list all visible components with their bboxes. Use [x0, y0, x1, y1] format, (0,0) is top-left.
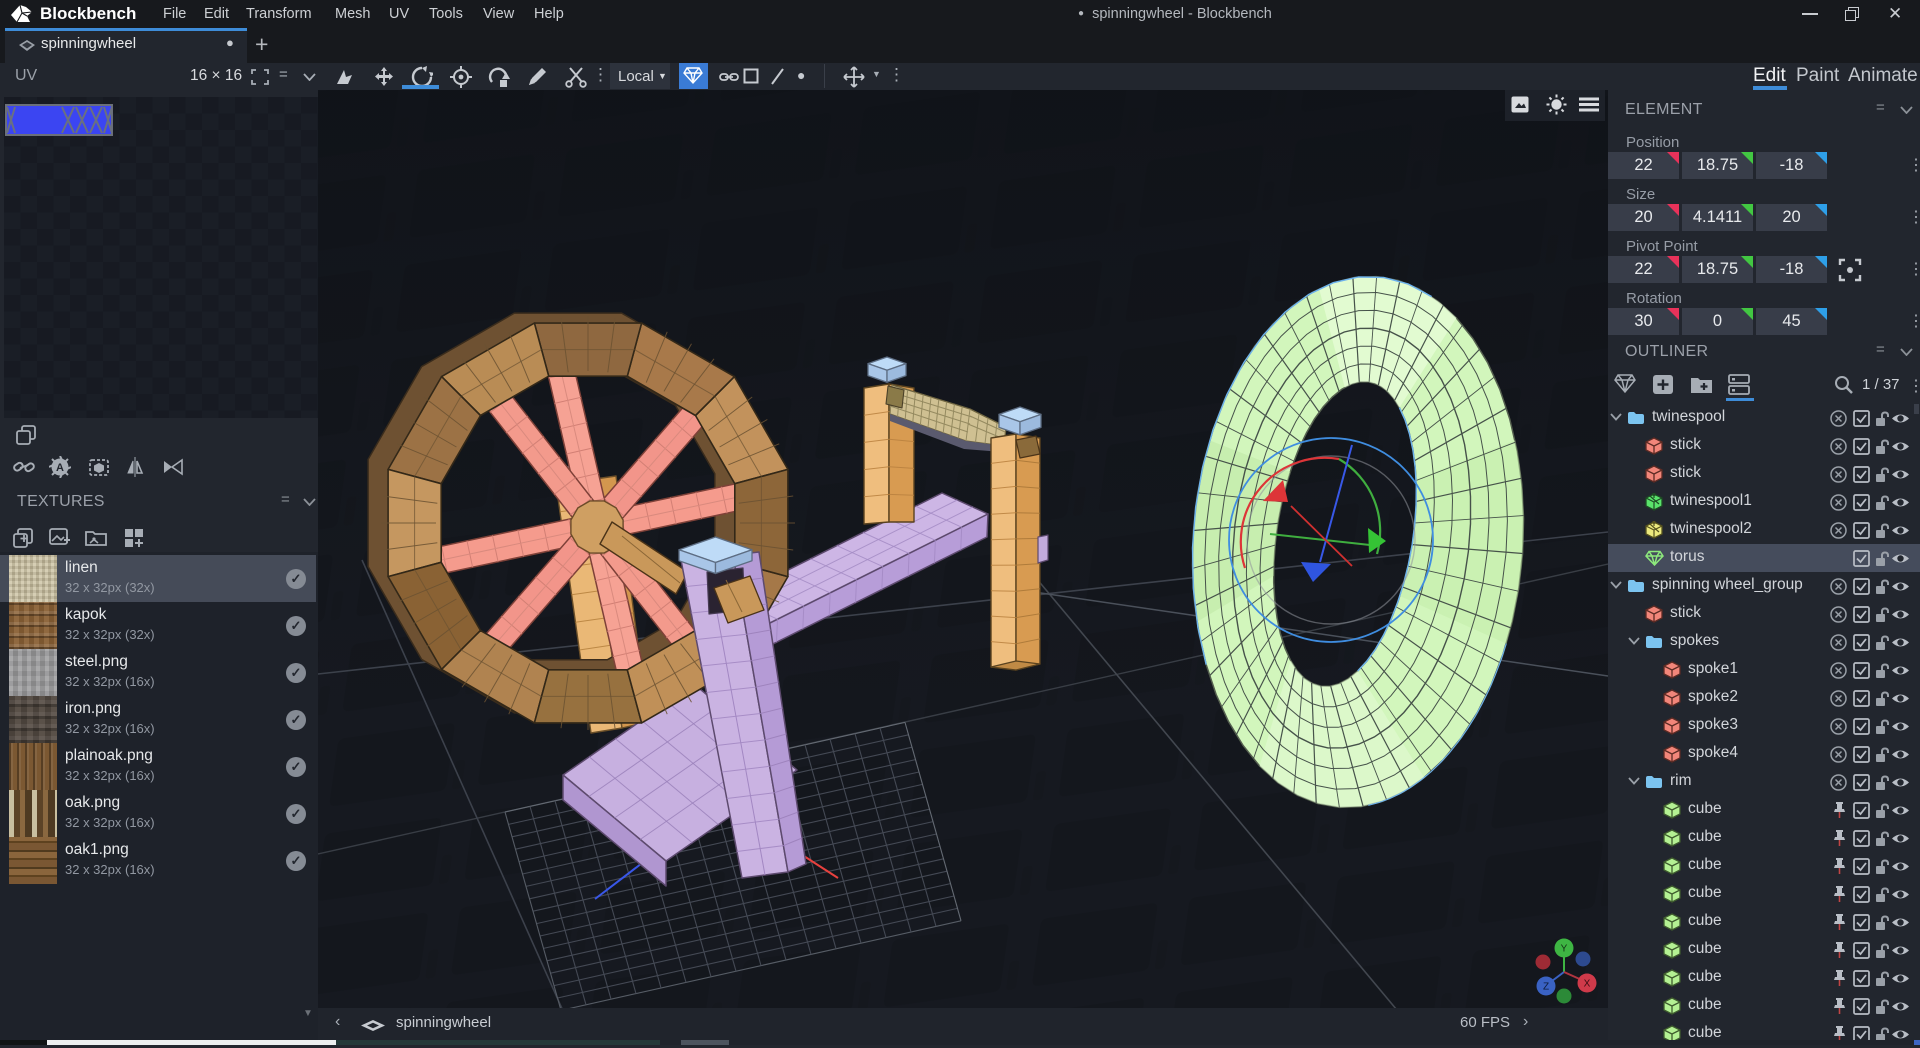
- svg-text:Y: Y: [1561, 944, 1568, 955]
- svg-text:X: X: [1584, 979, 1591, 990]
- svg-text:Z: Z: [1543, 982, 1549, 993]
- svg-text:A: A: [56, 462, 64, 474]
